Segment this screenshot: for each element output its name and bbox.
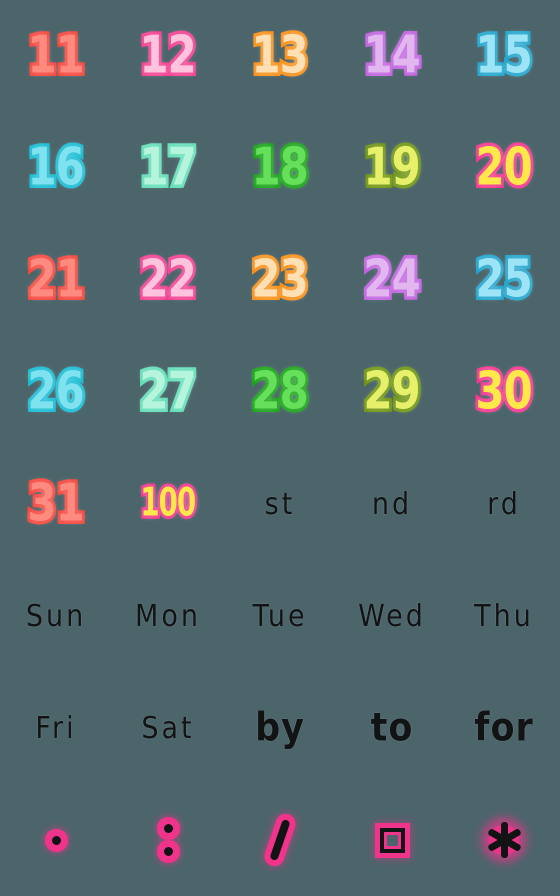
sticker-glyph (362, 810, 422, 870)
colon-dot-icon (163, 847, 173, 856)
sticker-glyph: 28 (249, 362, 312, 421)
sticker-glyph: nd (371, 486, 413, 522)
sticker-glyph: for (474, 705, 534, 750)
sticker-glyph: Thu (474, 598, 534, 634)
sticker-weekday-mon[interactable]: Mon (112, 560, 224, 672)
sticker-number-24[interactable]: 24 (336, 224, 448, 336)
sticker-ordinal-rd[interactable]: rd (448, 448, 560, 560)
sticker-number-28[interactable]: 28 (224, 336, 336, 448)
sticker-weekday-wed[interactable]: Wed (336, 560, 448, 672)
sticker-glyph: 25 (473, 250, 536, 309)
sticker-glyph: st (264, 486, 296, 522)
asterisk-icon (482, 818, 526, 862)
square-icon (379, 827, 405, 853)
sticker-word-to[interactable]: to (336, 672, 448, 784)
sticker-number-18[interactable]: 18 (224, 112, 336, 224)
sticker-glyph: 27 (137, 362, 200, 421)
sticker-glyph: 12 (137, 26, 200, 85)
sticker-word-by[interactable]: by (224, 672, 336, 784)
sticker-glyph: by (255, 705, 305, 750)
sticker-glyph: Fri (35, 710, 77, 746)
sticker-glyph: rd (487, 486, 521, 522)
sticker-glyph: 26 (25, 362, 88, 421)
sticker-punct-asterisk[interactable] (448, 784, 560, 896)
slash-icon (269, 818, 291, 862)
sticker-punct-period[interactable] (0, 784, 112, 896)
sticker-glyph: 23 (249, 250, 312, 309)
sticker-number-21[interactable]: 21 (0, 224, 112, 336)
sticker-number-12[interactable]: 12 (112, 0, 224, 112)
sticker-punct-colon[interactable] (112, 784, 224, 896)
sticker-glyph: 18 (249, 138, 312, 197)
sticker-glyph: 21 (25, 250, 88, 309)
sticker-number-23[interactable]: 23 (224, 224, 336, 336)
sticker-weekday-fri[interactable]: Fri (0, 672, 112, 784)
sticker-glyph: 19 (361, 138, 424, 197)
emoji-sticker-sheet: 11 12 13 14 15 16 17 18 19 20 21 22 23 24 25 26 27 28 29 30… (0, 0, 560, 896)
sticker-number-15[interactable]: 15 (448, 0, 560, 112)
sticker-glyph (250, 810, 310, 870)
sticker-glyph: 22 (137, 250, 200, 309)
sticker-glyph: 17 (137, 138, 200, 197)
sticker-glyph: 29 (361, 362, 424, 421)
sticker-number-26[interactable]: 26 (0, 336, 112, 448)
sticker-glyph (138, 810, 198, 870)
sticker-number-16[interactable]: 16 (0, 112, 112, 224)
sticker-number-30[interactable]: 30 (448, 336, 560, 448)
sticker-weekday-sun[interactable]: Sun (0, 560, 112, 672)
sticker-glyph (474, 810, 534, 870)
sticker-number-13[interactable]: 13 (224, 0, 336, 112)
sticker-number-29[interactable]: 29 (336, 336, 448, 448)
sticker-glyph: 13 (249, 26, 312, 85)
sticker-glyph: 100 (138, 481, 198, 527)
sticker-word-for[interactable]: for (448, 672, 560, 784)
sticker-punct-slash[interactable] (224, 784, 336, 896)
sticker-weekday-sat[interactable]: Sat (112, 672, 224, 784)
sticker-ordinal-st[interactable]: st (224, 448, 336, 560)
sticker-number-25[interactable]: 25 (448, 224, 560, 336)
sticker-glyph: 16 (25, 138, 88, 197)
sticker-glyph: 11 (25, 26, 88, 85)
sticker-number-17[interactable]: 17 (112, 112, 224, 224)
sticker-glyph (26, 810, 86, 870)
sticker-number-11[interactable]: 11 (0, 0, 112, 112)
sticker-number-20[interactable]: 20 (448, 112, 560, 224)
sticker-glyph: Sat (141, 710, 195, 746)
period-icon (51, 835, 61, 845)
sticker-glyph: Tue (252, 598, 308, 634)
sticker-punct-square[interactable] (336, 784, 448, 896)
sticker-glyph: Mon (135, 598, 201, 634)
sticker-glyph: Sun (25, 598, 87, 634)
sticker-glyph: to (370, 705, 414, 750)
sticker-number-100[interactable]: 100 (112, 448, 224, 560)
sticker-number-19[interactable]: 19 (336, 112, 448, 224)
sticker-number-22[interactable]: 22 (112, 224, 224, 336)
sticker-glyph: 20 (473, 138, 536, 197)
sticker-weekday-thu[interactable]: Thu (448, 560, 560, 672)
sticker-glyph: 15 (473, 26, 536, 85)
sticker-glyph: 30 (473, 362, 536, 421)
sticker-ordinal-nd[interactable]: nd (336, 448, 448, 560)
sticker-weekday-tue[interactable]: Tue (224, 560, 336, 672)
sticker-glyph: 14 (361, 26, 424, 85)
sticker-glyph: Wed (358, 598, 426, 634)
sticker-number-14[interactable]: 14 (336, 0, 448, 112)
colon-icon (163, 824, 173, 856)
colon-dot-icon (163, 824, 173, 833)
sticker-number-31[interactable]: 31 (0, 448, 112, 560)
sticker-number-27[interactable]: 27 (112, 336, 224, 448)
sticker-glyph: 31 (25, 474, 88, 533)
sticker-glyph: 24 (361, 250, 424, 309)
